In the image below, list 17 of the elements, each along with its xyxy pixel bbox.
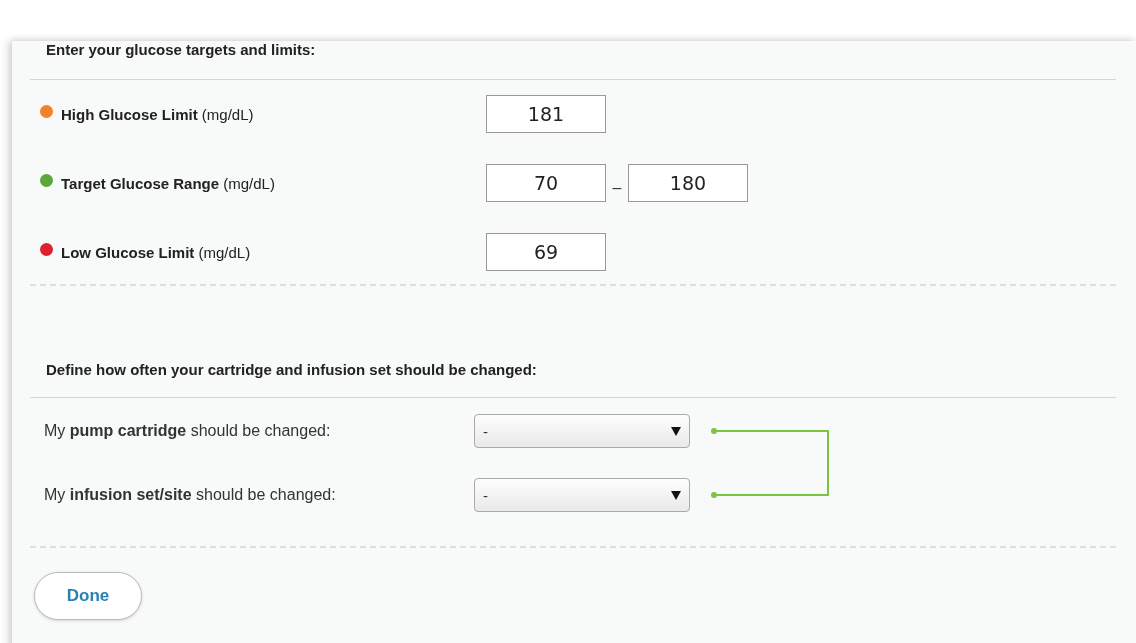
number-field[interactable]: 70 xyxy=(486,164,606,202)
field-label: Low Glucose Limit (mg/dL) xyxy=(61,243,251,261)
field-label: My pump cartridge should be changed: xyxy=(43,422,332,440)
done-button[interactable]: Done xyxy=(34,572,142,620)
range-separator: – xyxy=(611,179,623,197)
caret-icon xyxy=(671,490,681,500)
caret-icon xyxy=(671,426,681,436)
section-heading: Define how often your cartridge and infusion set should be changed: xyxy=(46,361,538,379)
number-field[interactable]: 180 xyxy=(628,164,748,202)
number-field[interactable]: 69 xyxy=(486,233,606,271)
dropdown[interactable]: - xyxy=(474,414,690,448)
section-heading: Enter your glucose targets and limits: xyxy=(46,41,317,59)
field-label: High Glucose Limit (mg/dL) xyxy=(61,105,254,123)
number-field[interactable]: 181 xyxy=(486,95,606,133)
field-label: Target Glucose Range (mg/dL) xyxy=(61,174,275,192)
field-label: My infusion set/site should be changed: xyxy=(43,486,337,504)
dropdown[interactable]: - xyxy=(474,478,690,512)
